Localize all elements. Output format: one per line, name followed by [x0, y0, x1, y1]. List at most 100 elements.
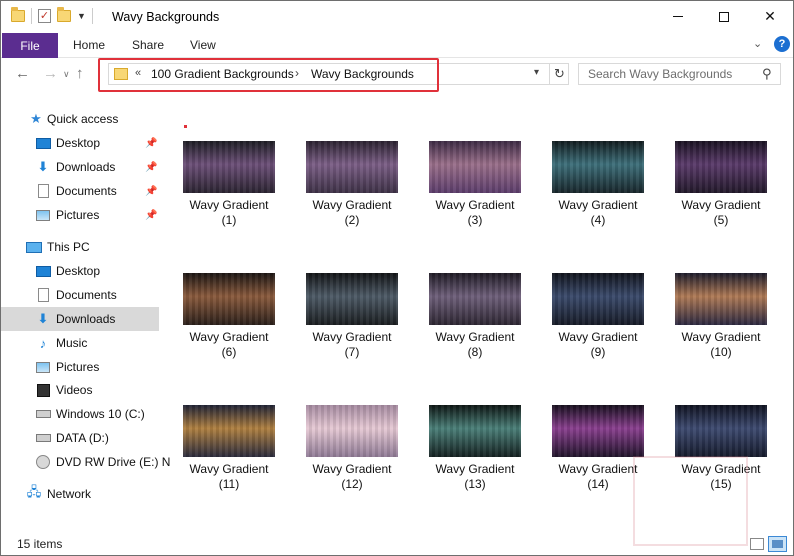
- pin-icon[interactable]: 📌: [145, 162, 157, 173]
- status-bar: 15 items: [1, 531, 793, 555]
- star-icon: ★: [30, 111, 42, 126]
- details-view-icon[interactable]: [750, 538, 764, 550]
- file-thumbnail[interactable]: [306, 141, 398, 193]
- file-item[interactable]: Wavy Gradient (11): [177, 405, 293, 505]
- recent-locations-icon[interactable]: ∨: [63, 69, 70, 80]
- file-name: Wavy Gradient: [435, 330, 515, 344]
- file-item[interactable]: Wavy Gradient (2): [300, 141, 416, 241]
- toolbar-separator: [31, 8, 32, 24]
- pin-icon[interactable]: 📌: [145, 138, 157, 149]
- search-input[interactable]: Search Wavy Backgrounds ⚲: [578, 63, 781, 85]
- file-thumbnail[interactable]: [306, 273, 398, 325]
- back-arrow-icon[interactable]: ←: [15, 65, 30, 82]
- file-item[interactable]: Wavy Gradient (13): [423, 405, 539, 505]
- file-thumbnail[interactable]: [675, 405, 767, 457]
- file-name: Wavy Gradient: [681, 198, 761, 212]
- file-item[interactable]: Wavy Gradient (10): [669, 273, 785, 373]
- file-name: Wavy Gradient: [189, 462, 269, 476]
- sidebar-item-desktop[interactable]: Desktop: [1, 259, 159, 283]
- file-thumbnail[interactable]: [552, 141, 644, 193]
- tab-view[interactable]: View: [190, 38, 216, 52]
- expand-ribbon-icon[interactable]: ⌄: [753, 37, 762, 50]
- file-thumbnail[interactable]: [675, 273, 767, 325]
- sidebar-item-dvd-drive[interactable]: DVD RW Drive (E:) N: [1, 450, 170, 474]
- file-item[interactable]: Wavy Gradient (6): [177, 273, 293, 373]
- explorer-window: ✓ ▼ Wavy Backgrounds ✕ File Home Share V…: [0, 0, 794, 556]
- file-thumbnail[interactable]: [306, 405, 398, 457]
- file-thumbnail[interactable]: [183, 141, 275, 193]
- file-thumbnail[interactable]: [429, 141, 521, 193]
- sidebar-item-windows-drive[interactable]: Windows 10 (C:): [1, 402, 159, 426]
- file-thumbnail[interactable]: [183, 273, 275, 325]
- sidebar-item-music[interactable]: ♪ Music: [1, 331, 159, 355]
- file-item[interactable]: Wavy Gradient (4): [546, 141, 662, 241]
- forward-arrow-icon[interactable]: →: [43, 65, 58, 82]
- close-icon: ✕: [764, 8, 776, 24]
- highlight-box: [98, 58, 439, 92]
- file-name: Wavy Gradient: [558, 198, 638, 212]
- file-item[interactable]: Wavy Gradient (7): [300, 273, 416, 373]
- up-arrow-icon[interactable]: ↑: [76, 65, 84, 82]
- sidebar-item-label: Downloads: [56, 160, 116, 174]
- file-thumbnail[interactable]: [552, 405, 644, 457]
- downloads-icon: ⬇: [37, 311, 49, 326]
- tab-share[interactable]: Share: [132, 38, 164, 52]
- file-number: (1): [221, 213, 237, 227]
- file-item[interactable]: Wavy Gradient (8): [423, 273, 539, 373]
- maximize-button[interactable]: [701, 1, 747, 32]
- sidebar-item-pictures[interactable]: Pictures: [1, 355, 159, 379]
- folder-icon[interactable]: [11, 7, 25, 22]
- sidebar-item-pictures[interactable]: Pictures 📌: [1, 203, 159, 227]
- customize-toolbar-icon[interactable]: ▼: [77, 11, 86, 21]
- sidebar-item-network[interactable]: 🖧 Network: [1, 482, 159, 506]
- file-item[interactable]: Wavy Gradient (12): [300, 405, 416, 505]
- videos-icon: [35, 383, 51, 397]
- pin-icon[interactable]: 📌: [145, 210, 157, 221]
- sidebar-item-label: This PC: [47, 240, 90, 254]
- new-folder-icon[interactable]: [57, 7, 71, 22]
- title-bar: ✓ ▼ Wavy Backgrounds ✕: [1, 1, 793, 32]
- sidebar-item-downloads[interactable]: ⬇ Downloads 📌: [1, 155, 159, 179]
- window-title: Wavy Backgrounds: [112, 10, 220, 24]
- file-name: Wavy Gradient: [189, 198, 269, 212]
- help-icon[interactable]: ?: [774, 36, 790, 52]
- properties-icon[interactable]: ✓: [38, 9, 51, 23]
- file-name: Wavy Gradient: [681, 330, 761, 344]
- tab-file[interactable]: File: [2, 33, 58, 58]
- sidebar-item-quick-access[interactable]: ★ Quick access: [1, 107, 159, 131]
- sidebar-item-videos[interactable]: Videos: [1, 378, 159, 402]
- file-item[interactable]: Wavy Gradient (1): [177, 141, 293, 241]
- sidebar-item-label: Desktop: [56, 136, 101, 150]
- file-thumbnail[interactable]: [429, 405, 521, 457]
- pictures-icon: [35, 360, 51, 374]
- tab-home[interactable]: Home: [73, 38, 105, 52]
- close-button[interactable]: ✕: [747, 1, 793, 32]
- file-number: (3): [467, 213, 483, 227]
- sidebar-item-desktop[interactable]: Desktop 📌: [1, 131, 159, 155]
- sidebar-item-documents[interactable]: Documents 📌: [1, 179, 159, 203]
- refresh-button[interactable]: ↻: [549, 63, 569, 85]
- large-icons-view-icon[interactable]: [768, 536, 787, 552]
- sidebar-item-documents[interactable]: Documents: [1, 283, 159, 307]
- pin-icon[interactable]: 📌: [145, 186, 157, 197]
- file-thumbnail[interactable]: [429, 273, 521, 325]
- sidebar-item-downloads[interactable]: ⬇ Downloads: [1, 307, 159, 331]
- address-dropdown-icon[interactable]: ▾: [534, 67, 539, 78]
- sidebar-item-label: DATA (D:): [56, 431, 109, 445]
- search-icon[interactable]: ⚲: [762, 66, 772, 82]
- file-thumbnail[interactable]: [675, 141, 767, 193]
- file-thumbnail[interactable]: [552, 273, 644, 325]
- file-number: (4): [590, 213, 606, 227]
- sidebar-item-label: Documents: [56, 288, 117, 302]
- sidebar-item-data-drive[interactable]: DATA (D:): [1, 426, 159, 450]
- file-number: (7): [344, 345, 360, 359]
- minimize-button[interactable]: [655, 1, 701, 32]
- file-item[interactable]: Wavy Gradient (9): [546, 273, 662, 373]
- file-item[interactable]: Wavy Gradient (3): [423, 141, 539, 241]
- sidebar-item-label: Downloads: [56, 312, 116, 326]
- file-item[interactable]: Wavy Gradient (5): [669, 141, 785, 241]
- file-thumbnail[interactable]: [183, 405, 275, 457]
- drive-icon: [35, 431, 51, 445]
- file-number: (9): [590, 345, 606, 359]
- sidebar-item-this-pc[interactable]: This PC: [1, 235, 159, 259]
